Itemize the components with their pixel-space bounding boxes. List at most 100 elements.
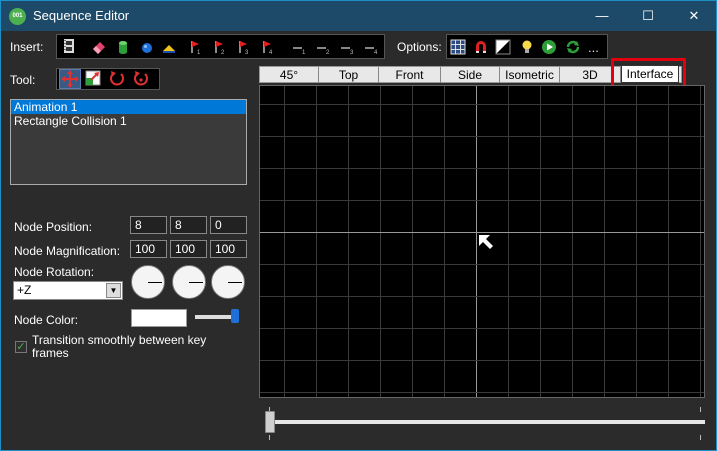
window-title: Sequence Editor bbox=[33, 8, 130, 23]
close-button[interactable]: ✕ bbox=[671, 1, 717, 31]
move-icon bbox=[61, 70, 79, 88]
grid-line bbox=[260, 392, 704, 393]
transition-checkbox[interactable]: ✓ bbox=[15, 341, 27, 353]
tab-front[interactable]: Front bbox=[379, 67, 441, 83]
lightbulb-icon[interactable] bbox=[519, 39, 535, 55]
grid-line bbox=[260, 296, 704, 297]
options-toolbar: ... bbox=[446, 34, 608, 59]
flag-3-icon[interactable]: 3 bbox=[235, 39, 251, 55]
tab-3d[interactable]: 3D bbox=[560, 67, 621, 83]
timeline-slider-thumb[interactable] bbox=[265, 411, 275, 433]
viewport-canvas[interactable] bbox=[259, 85, 705, 398]
sequence-editor-window: 001 Sequence Editor — ☐ ✕ Insert: 1 2 3 … bbox=[0, 0, 717, 451]
magnification-z-field[interactable]: 100 bbox=[210, 240, 247, 258]
node-position-label: Node Position: bbox=[14, 220, 93, 234]
app-icon: 001 bbox=[9, 8, 26, 25]
svg-text:1: 1 bbox=[197, 50, 201, 55]
position-z-field[interactable]: 0 bbox=[210, 216, 247, 234]
rotate-center-tool-button[interactable] bbox=[131, 69, 153, 89]
tab-45[interactable]: 45° bbox=[260, 67, 319, 83]
svg-text:1: 1 bbox=[302, 50, 306, 55]
node-magnification-label: Node Magnification: bbox=[14, 244, 121, 258]
dash-3-icon[interactable]: 3 bbox=[339, 39, 355, 55]
tool-label: Tool: bbox=[10, 73, 36, 87]
maximize-button[interactable]: ☐ bbox=[625, 1, 671, 31]
rotate-center-icon bbox=[134, 71, 148, 86]
node-list[interactable]: Animation 1 Rectangle Collision 1 bbox=[10, 99, 247, 185]
grid-icon[interactable] bbox=[450, 39, 466, 55]
grid-line bbox=[668, 86, 669, 397]
scale-icon bbox=[85, 70, 101, 86]
grid-line bbox=[508, 86, 509, 397]
grid-line bbox=[572, 86, 573, 397]
tab-interface[interactable]: Interface bbox=[621, 65, 679, 83]
light-icon[interactable] bbox=[161, 39, 177, 55]
tab-isometric[interactable]: Isometric bbox=[500, 67, 560, 83]
list-item[interactable]: Animation 1 bbox=[11, 100, 246, 114]
grid-line bbox=[260, 360, 704, 361]
options-label: Options: bbox=[397, 40, 442, 54]
node-color-label: Node Color: bbox=[14, 313, 79, 327]
grid-line bbox=[412, 86, 413, 397]
rotate-tool-button[interactable] bbox=[107, 69, 129, 89]
move-tool-button[interactable] bbox=[59, 69, 81, 89]
dash-1-icon[interactable]: 1 bbox=[291, 39, 307, 55]
rotation-axis-value: +Z bbox=[17, 283, 32, 297]
svg-text:2: 2 bbox=[326, 50, 330, 55]
contrast-icon[interactable] bbox=[495, 39, 511, 55]
flag-2-icon[interactable]: 2 bbox=[211, 39, 227, 55]
loop-icon[interactable] bbox=[565, 39, 581, 55]
grid-line bbox=[444, 86, 445, 397]
magnification-x-field[interactable]: 100 bbox=[130, 240, 167, 258]
timeline-tick bbox=[269, 435, 270, 440]
svg-text:2: 2 bbox=[221, 50, 225, 55]
grid-line bbox=[260, 328, 704, 329]
cylinder-icon[interactable] bbox=[115, 39, 131, 55]
position-x-field[interactable]: 8 bbox=[130, 216, 167, 234]
rotation-axis-select[interactable]: +Z ▼ bbox=[13, 281, 123, 300]
minimize-button[interactable]: — bbox=[579, 1, 625, 31]
view-tabs: 45° Top Front Side Isometric 3D Interfac… bbox=[259, 65, 682, 83]
rotation-z-dial[interactable] bbox=[211, 265, 245, 299]
grid-line bbox=[348, 86, 349, 397]
list-item[interactable]: Rectangle Collision 1 bbox=[11, 114, 246, 128]
film-icon[interactable] bbox=[61, 38, 77, 54]
insert-toolbar: 1 2 3 4 1 2 3 4 bbox=[56, 34, 385, 59]
svg-text:3: 3 bbox=[245, 50, 249, 55]
timeline-slider[interactable] bbox=[273, 420, 705, 424]
rotation-x-dial[interactable] bbox=[131, 265, 165, 299]
rotate-icon bbox=[110, 71, 124, 86]
svg-text:4: 4 bbox=[374, 50, 378, 55]
grid-line bbox=[540, 86, 541, 397]
node-color-swatch[interactable] bbox=[131, 309, 187, 327]
flag-4-icon[interactable]: 4 bbox=[259, 39, 275, 55]
grid-line bbox=[260, 136, 704, 137]
dash-2-icon[interactable]: 2 bbox=[315, 39, 331, 55]
tab-side[interactable]: Side bbox=[441, 67, 500, 83]
color-intensity-slider-thumb[interactable] bbox=[231, 309, 239, 323]
title-bar[interactable]: 001 Sequence Editor — ☐ ✕ bbox=[1, 1, 716, 31]
grid-axis-horizontal bbox=[260, 232, 704, 233]
node-rotation-label: Node Rotation: bbox=[14, 265, 95, 279]
tab-top[interactable]: Top bbox=[319, 67, 379, 83]
rotation-y-dial[interactable] bbox=[172, 265, 206, 299]
grid-line bbox=[260, 264, 704, 265]
timeline-tick bbox=[700, 407, 701, 412]
magnification-y-field[interactable]: 100 bbox=[170, 240, 207, 258]
svg-text:3: 3 bbox=[350, 50, 354, 55]
play-icon[interactable] bbox=[541, 39, 557, 55]
dash-4-icon[interactable]: 4 bbox=[363, 39, 379, 55]
scale-tool-button[interactable] bbox=[83, 69, 105, 89]
transition-label: Transition smoothly between key frames bbox=[32, 333, 207, 360]
flag-1-icon[interactable]: 1 bbox=[187, 39, 203, 55]
tool-toolbar bbox=[56, 68, 160, 90]
position-y-field[interactable]: 8 bbox=[170, 216, 207, 234]
more-options-button[interactable]: ... bbox=[588, 40, 599, 55]
grid-line bbox=[284, 86, 285, 397]
eraser-icon[interactable] bbox=[91, 39, 107, 55]
magnet-icon[interactable] bbox=[473, 39, 489, 55]
insert-label: Insert: bbox=[10, 40, 44, 54]
sphere-icon[interactable] bbox=[139, 39, 155, 55]
chevron-down-icon[interactable]: ▼ bbox=[106, 283, 121, 298]
grid-line bbox=[260, 168, 704, 169]
